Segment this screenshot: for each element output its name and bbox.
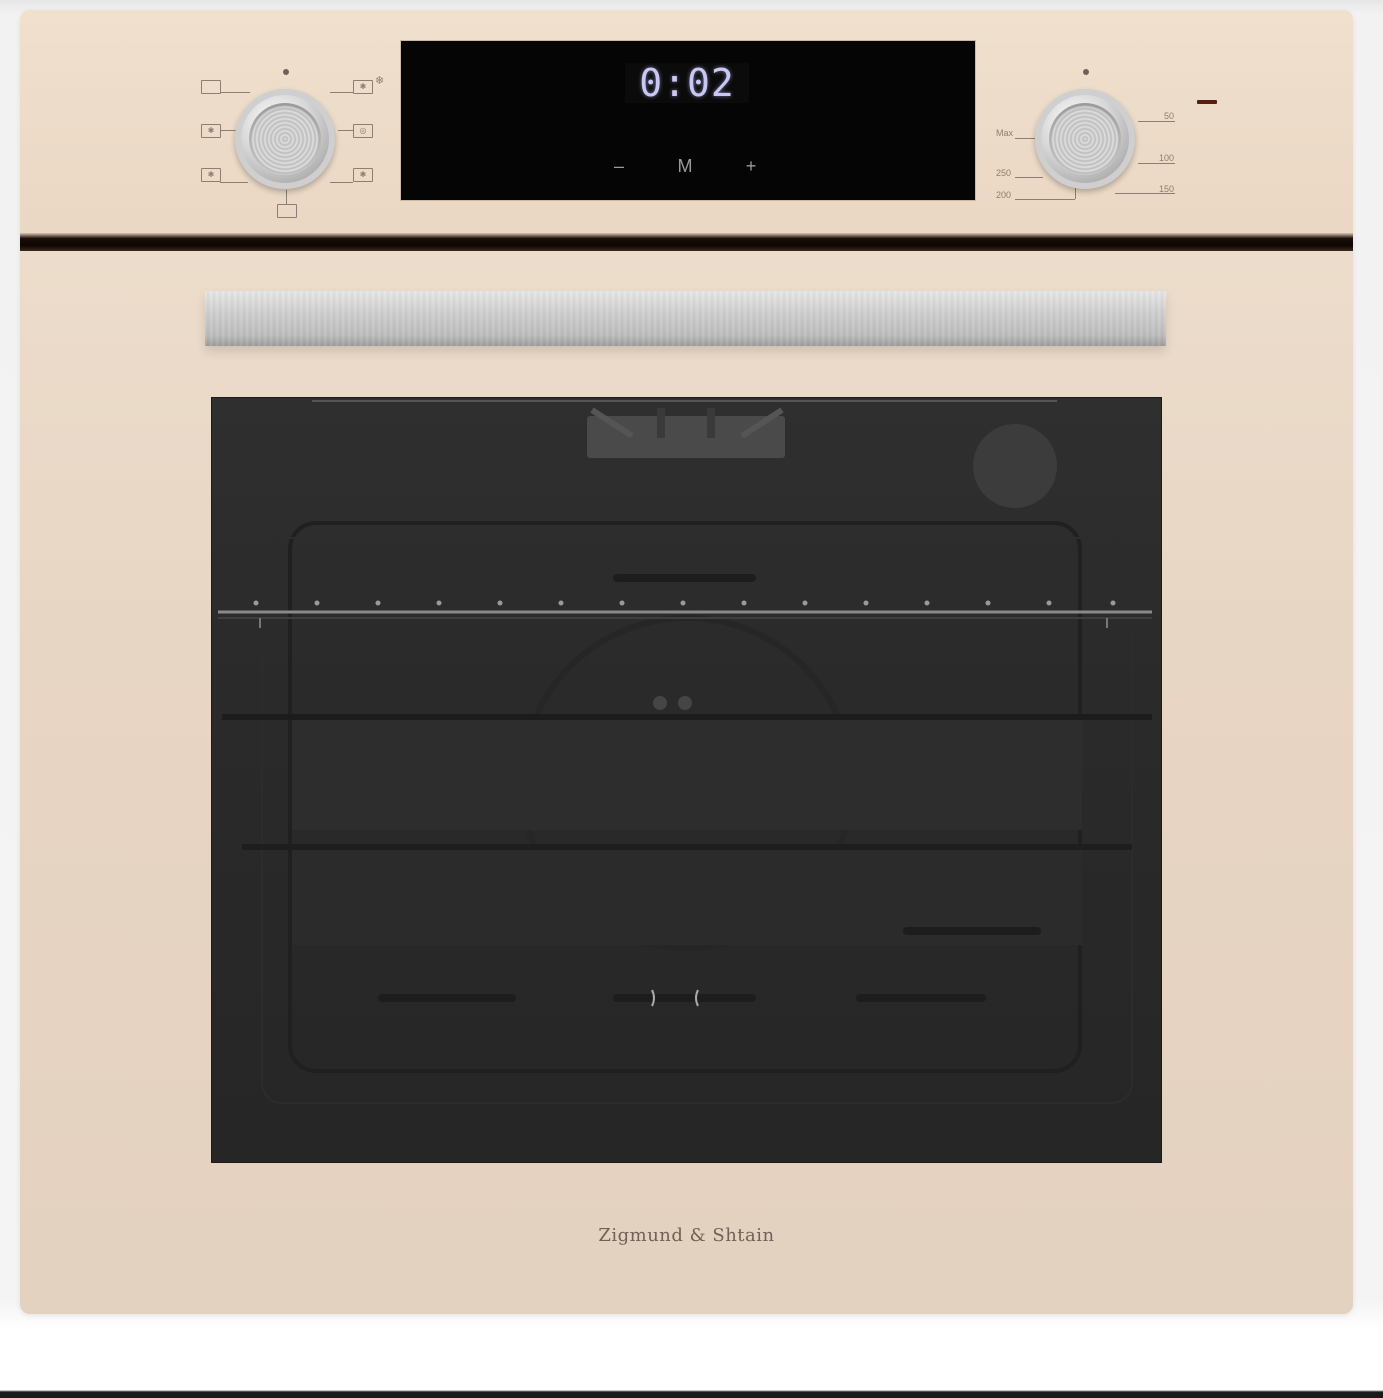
oven-door: Zigmund & Shtain [20,251,1353,1314]
door-gap [20,233,1353,251]
minus-button[interactable]: – [599,153,639,179]
mode-knob-cap [249,103,321,175]
door-handle[interactable] [205,291,1166,346]
rack-rivets [253,600,1116,606]
temp-label-100: 100 [1159,153,1175,163]
oven-interior-illustration [218,400,1152,1104]
defrost-icon: ❄ [375,75,385,87]
door-window [211,397,1162,1163]
plus-button[interactable]: + [731,153,771,179]
grill-element-bracket [312,400,1057,458]
mode-knob-marker [283,69,289,75]
temp-label-250: 250 [996,168,1012,178]
temperature-knob[interactable] [1035,89,1135,189]
oven-lamp [973,424,1057,508]
mode-button[interactable]: M [665,153,705,179]
light-icon [277,204,297,218]
temperature-knob-cap [1049,103,1121,175]
oven-front: ✱ ✱ ✱ ❄ ◎ ✱ 0:02 – M + Max 250 200 150 1… [20,10,1353,1314]
temp-label-200: 200 [996,190,1012,200]
top-heat-icon [201,80,221,94]
control-panel: ✱ ✱ ✱ ❄ ◎ ✱ 0:02 – M + Max 250 200 150 1… [20,10,1353,233]
fan-vent-holes [604,675,766,710]
temp-label-50: 50 [1164,111,1175,121]
temperature-knob-marker [1083,69,1089,75]
grill-icon: ◎ [353,124,373,138]
bottom-heat-fan-icon: ✱ [201,168,221,182]
bottom-heat-icon: ✱ [353,168,373,182]
lcd-window: 0:02 [625,63,749,103]
mode-selector-knob[interactable] [235,89,335,189]
convection-fan-icon: ✱ [353,80,373,94]
temp-label-max: Max [996,128,1014,138]
heating-indicator-light [1197,100,1217,104]
control-display: 0:02 – M + [400,40,976,201]
baking-tray-upper [222,714,1152,830]
timer-readout: 0:02 [639,61,735,105]
brand-logo: Zigmund & Shtain [598,1225,775,1246]
fan-icon: ✱ [201,124,221,138]
